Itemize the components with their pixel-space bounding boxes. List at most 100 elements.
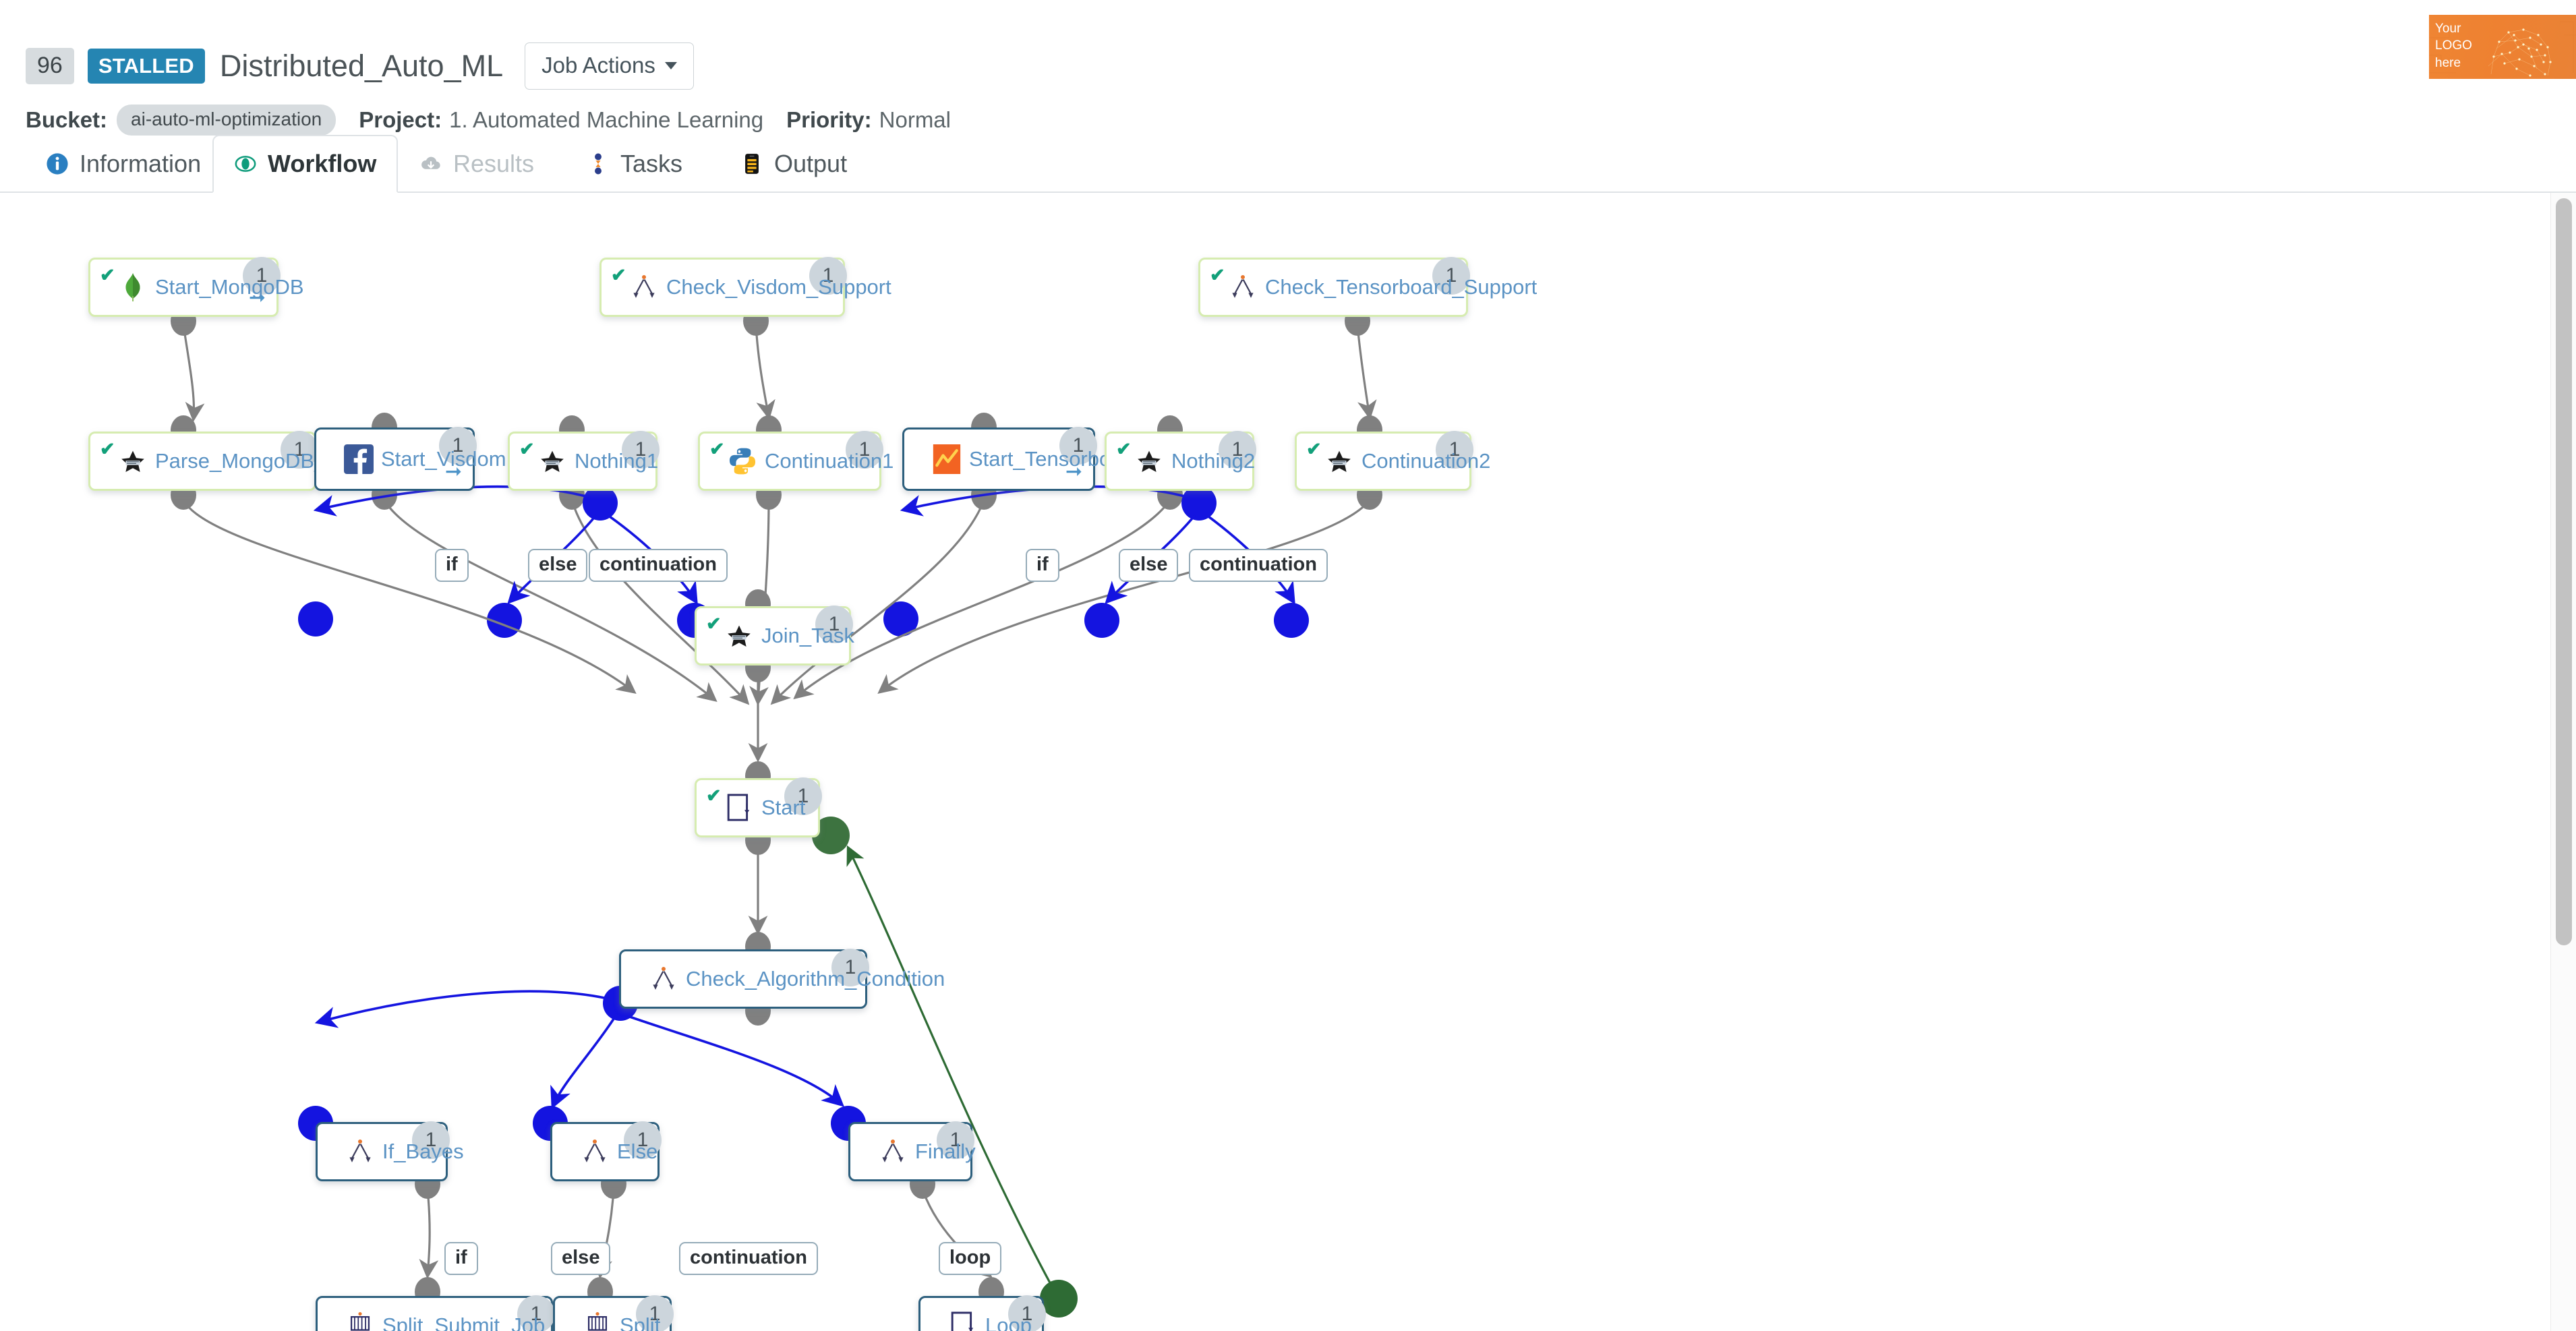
workflow-node-split_submit_job_and_wait[interactable]: 1Split_Submit_Job_and_Wait➞ (316, 1295, 644, 1331)
tab-information[interactable]: Information (26, 135, 221, 193)
edge-label-visdom-continuation: continuation (589, 549, 728, 582)
tab-output-label: Output (774, 150, 848, 177)
priority-label: Priority: (786, 107, 872, 132)
workflow-node-check_algorithm_condition[interactable]: 1 Check_Algorithm_Condition (619, 949, 945, 1009)
job-actions-label: Job Actions (541, 53, 655, 78)
workflow-node-start[interactable]: ✔ 1 Start (695, 777, 822, 837)
workflow-node-else[interactable]: 1 Else (550, 1121, 662, 1181)
info-circle-icon (46, 152, 69, 175)
node-check-icon: ✔ (1210, 265, 1225, 285)
node-check-icon: ✔ (519, 439, 535, 459)
job-details-page: 96 STALLED Distributed_Auto_ML Job Actio… (0, 0, 2576, 1331)
node-label: Start_MongoDB (155, 275, 304, 299)
edge-nothing1-join (570, 500, 750, 705)
job-actions-button[interactable]: Job Actions (525, 42, 694, 90)
workflow-node-start_tensorboard[interactable]: 1 Start_Tensorboard ➞ (902, 427, 1141, 491)
workflow-canvas[interactable]: ✔ 1 Start_MongoDB ➞ ✔ 1 Check_Visdom_Support ✔ 1… (0, 193, 2576, 1331)
tab-workflow-label: Workflow (268, 150, 377, 177)
workflow-node-start_visdom[interactable]: 1 Start_Visdom ➞ (314, 427, 506, 491)
edge-label-visdom-else: else (528, 549, 588, 582)
logo-text: Your LOGO here (2435, 20, 2472, 71)
workflow-node-finally[interactable]: 1 Finally (848, 1121, 976, 1181)
logo-line-3: here (2435, 55, 2461, 70)
workflow-node-nothing1[interactable]: ✔ 1 Nothing1 (508, 431, 660, 491)
edge-tensorboard-join (770, 500, 985, 705)
page-header: 96 STALLED Distributed_Auto_ML Job Actio… (0, 0, 2576, 147)
branch-icon (579, 1136, 610, 1167)
tab-information-label: Information (80, 150, 202, 177)
project-label: Project: (359, 107, 442, 132)
logo-line-2: LOGO (2435, 38, 2472, 53)
edge-ifbayes-split-submit (419, 1189, 439, 1279)
node-label: Loop (985, 1313, 1032, 1331)
node-label: Nothing1 (575, 449, 659, 473)
job-title-row: 96 STALLED Distributed_Auto_ML Job Actio… (26, 42, 694, 90)
edge-alg-else (550, 1016, 616, 1109)
console-output-icon (740, 152, 763, 175)
mongodb-icon (117, 272, 148, 303)
node-label: Join_Task (761, 624, 854, 647)
edge-loop-back (846, 845, 1053, 1287)
edge-label-visdom-if: if (435, 549, 469, 582)
star-script-icon (1134, 446, 1165, 477)
node-label: Continuation2 (1362, 449, 1491, 473)
node-label: If_Bayes (382, 1140, 464, 1163)
workflow-node-split[interactable]: 1Split➞ (553, 1295, 674, 1331)
branch-icon (877, 1136, 908, 1167)
edge-tb-continuation2 (1356, 324, 1377, 420)
edge-label-tb-else: else (1119, 549, 1179, 582)
page-title: Distributed_Auto_ML (219, 49, 504, 83)
node-check-icon: ✔ (1116, 439, 1132, 459)
workflow-node-if_bayes[interactable]: 1 If_Bayes (316, 1121, 464, 1181)
vertical-scrollbar-thumb[interactable] (2556, 198, 2572, 945)
workflow-node-loop[interactable]: 1 Loop (918, 1295, 1046, 1331)
workflow-node-check_visdom_support[interactable]: ✔ 1 Check_Visdom_Support (599, 257, 891, 317)
workflow-node-join_task[interactable]: ✔ 1 Join_Task (695, 605, 854, 666)
edge-alg-if (314, 990, 612, 1028)
tab-bar: Information Workflow Results Tasks Outpu (0, 132, 2576, 193)
edge-alg-continuation (629, 1015, 845, 1107)
edge-label-tb-if: if (1026, 549, 1059, 582)
split-icon (582, 1310, 613, 1331)
node-check-icon: ✔ (1306, 439, 1322, 459)
job-number-badge: 96 (26, 48, 74, 84)
node-check-icon: ✔ (100, 265, 115, 285)
edge-label-alg-else: else (551, 1242, 611, 1275)
node-label: Check_Tensorboard_Support (1265, 275, 1538, 299)
workflow-node-continuation2[interactable]: ✔ 1 Continuation2 (1295, 431, 1490, 491)
workflow-node-check_tensorboard_support[interactable]: ✔ 1 Check_Tensorboard_Support (1198, 257, 1537, 317)
node-label: Start (761, 796, 806, 819)
bucket-label: Bucket: (26, 107, 108, 132)
vertical-scrollbar[interactable] (2550, 193, 2576, 1331)
workflow-node-start_mongodb[interactable]: ✔ 1 Start_MongoDB ➞ (88, 257, 304, 317)
node-check-icon: ✔ (611, 265, 626, 285)
edge-nothing2-join (793, 500, 1171, 700)
priority-value: Normal (879, 107, 951, 132)
workflow-node-continuation1[interactable]: ✔ 1 Continuation1 (698, 431, 894, 491)
job-meta-row: Bucket: ai-auto-ml-optimization Project:… (26, 105, 951, 136)
node-label: Split (620, 1313, 661, 1331)
logo-banner[interactable]: Your LOGO here (2429, 15, 2576, 79)
tab-tasks[interactable]: Tasks (566, 135, 703, 193)
project-value: 1. Automated Machine Learning (449, 107, 764, 132)
workflow-node-nothing2[interactable]: ✔ 1 Nothing2 (1105, 431, 1256, 491)
cloud-download-icon (419, 152, 442, 175)
node-label: Nothing2 (1171, 449, 1256, 473)
branch-icon (648, 964, 679, 995)
start-block-icon (947, 1310, 978, 1331)
branch-icon (345, 1136, 376, 1167)
edge-label-alg-if: if (444, 1242, 478, 1275)
tasks-hourglass-icon (587, 152, 610, 175)
tab-results-label: Results (453, 150, 535, 177)
node-check-icon: ✔ (709, 439, 725, 459)
bucket-value-pill[interactable]: ai-auto-ml-optimization (117, 105, 336, 136)
edge-label-tb-continuation: continuation (1189, 549, 1328, 582)
node-label: Continuation1 (765, 449, 894, 473)
tab-workflow[interactable]: Workflow (212, 135, 399, 193)
node-label: Start_Visdom (381, 447, 506, 471)
tab-output[interactable]: Output (720, 135, 867, 193)
node-label: Check_Algorithm_Condition (686, 967, 945, 990)
python-icon (727, 446, 758, 477)
node-label: Else (617, 1140, 658, 1163)
workflow-node-parse_mongodb_endpoint[interactable]: ✔ 1 Parse_MongoDB_Endpoint (88, 431, 409, 491)
